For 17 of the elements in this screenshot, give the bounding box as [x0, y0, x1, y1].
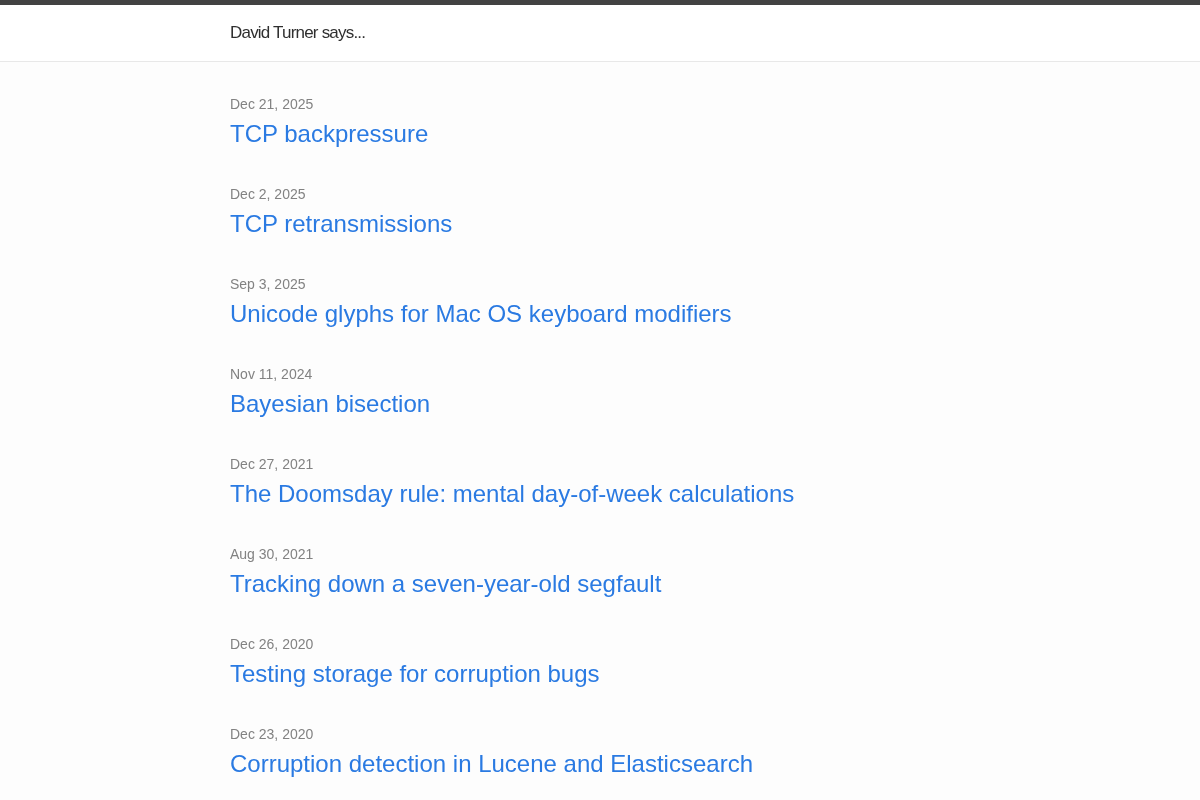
post-title-link[interactable]: Testing storage for corruption bugs: [230, 660, 600, 687]
site-title-link[interactable]: David Turner says...: [230, 5, 366, 61]
post-date: Dec 27, 2021: [230, 455, 314, 474]
post-title-link[interactable]: The Doomsday rule: mental day-of-week calculations: [230, 480, 795, 507]
post-title-link[interactable]: Tracking down a seven-year-old segfault: [230, 570, 662, 597]
post-date: Nov 11, 2024: [230, 365, 313, 384]
post-title-link[interactable]: TCP retransmissions: [230, 210, 453, 237]
post-title-link[interactable]: Bayesian bisection: [230, 390, 431, 417]
post-title-link[interactable]: Corruption detection in Lucene and Elasticsearch: [230, 750, 753, 777]
post-date: Aug 30, 2021: [230, 545, 314, 564]
post-title-link[interactable]: Unicode glyphs for Mac OS keyboard modifiers: [230, 300, 732, 327]
post-title-link[interactable]: TCP backpressure: [230, 120, 429, 147]
post-date: Dec 26, 2020: [230, 635, 314, 654]
post-date: Dec 2, 2025: [230, 185, 306, 204]
post-date: Dec 21, 2025: [230, 95, 314, 114]
post-date: Dec 23, 2020: [230, 725, 314, 744]
post-date: Sep 3, 2025: [230, 275, 306, 294]
